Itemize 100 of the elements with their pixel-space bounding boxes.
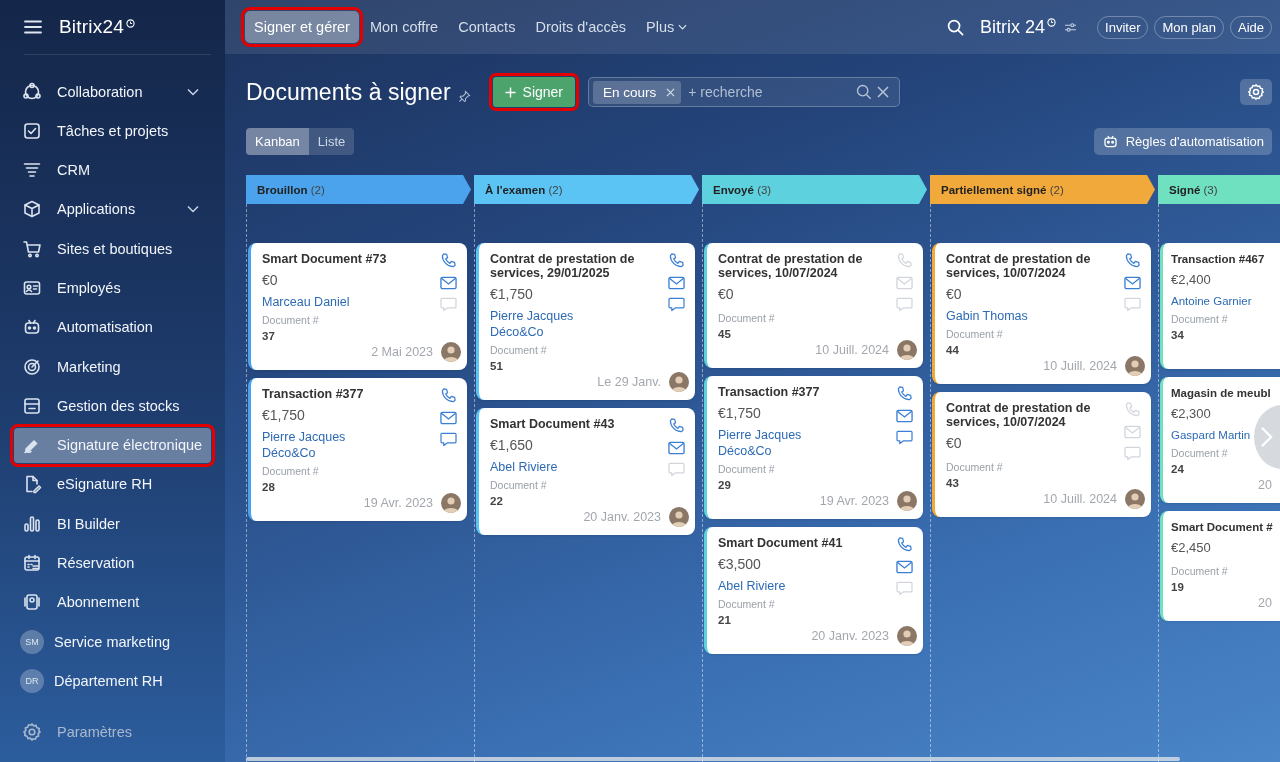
sidebar-item[interactable]: CRM [14,152,211,188]
mail-icon[interactable] [1123,276,1141,290]
document-card[interactable]: Transaction #377 €1,750 Pierre Jacques Déco&Co Document # 28 19 Avr. 2023 [248,378,467,521]
phone-icon[interactable] [895,385,913,402]
plus-icon [504,86,516,98]
search-icon[interactable] [856,84,872,100]
document-card[interactable]: Contrat de prestation de services, 10/07/2024 €0 Gabin Thomas Document # 44 10 Juill. 2024 [932,243,1151,384]
document-card[interactable]: Smart Document #73 €0 Marceau Daniel Document # 37 2 Mai 2023 [248,243,467,370]
phone-icon[interactable] [895,536,913,553]
column-header[interactable]: Partiellement signé (2) [930,175,1155,204]
sidebar-item[interactable]: Abonnement [14,584,211,620]
contact-link[interactable]: Gabin Thomas [946,308,1028,324]
mail-icon[interactable] [895,560,913,574]
contact-link[interactable]: Abel Riviere [718,578,786,594]
document-number: 43 [946,477,960,489]
contact-link[interactable]: Pierre Jacques [490,308,574,324]
sidebar-item[interactable]: Gestion des stocks [14,388,211,424]
mail-icon[interactable] [439,411,457,425]
document-card[interactable]: Smart Document # €2,450 Document # 19 20 [1160,511,1280,621]
sidebar-item[interactable]: Marketing [14,349,211,385]
nav-tab[interactable]: Droits d'accès [526,11,635,43]
document-card[interactable]: Contrat de prestation de services, 29/01/2025 €1,750 Pierre Jacques Déco&Co Document # 51 Le 29 Janv. [476,243,695,400]
automation-button[interactable]: Règles d'automatisation [1093,128,1272,155]
column-header[interactable]: À l'examen (2) [474,175,699,204]
sidebar-item[interactable]: eSignature RH [14,466,211,502]
document-number: 19 [1171,581,1185,593]
mail-icon[interactable] [439,276,457,290]
close-icon[interactable] [877,86,889,98]
sidebar-item[interactable]: BI Builder [14,506,211,542]
avatar [1125,356,1145,376]
contact-link[interactable]: Déco&Co [490,324,544,340]
settings-link[interactable]: Paramètres [22,722,211,742]
contact-link[interactable]: Déco&Co [718,443,772,459]
avatar [897,491,917,511]
document-card[interactable]: Transaction #467 €2,400 Antoine Garnier Document # 34 [1160,243,1280,369]
storage-icon [22,395,42,416]
document-number: 24 [1171,463,1185,475]
settings-button[interactable] [1240,79,1272,105]
contact-link[interactable]: Gaspard Martin [1171,427,1251,443]
chat-icon[interactable] [439,432,457,447]
chat-icon[interactable] [667,297,685,312]
card-date: 2 Mai 2023 [371,345,433,359]
contact-link[interactable]: Pierre Jacques [718,427,802,443]
column-header[interactable]: Brouillon (2) [246,175,471,204]
card-amount: €1,650 [490,437,534,453]
pin-icon[interactable] [457,89,471,103]
chat-icon[interactable] [895,430,913,445]
field-label: Document # [1171,313,1229,325]
sidebar-item[interactable]: Tâches et projets [14,113,211,149]
clock-icon [125,18,135,28]
card-date: 19 Avr. 2023 [819,494,889,508]
brand-logo[interactable]: Bitrix 24 [980,16,1046,38]
contact-link[interactable]: Marceau Daniel [262,294,350,310]
document-number: 29 [718,479,732,491]
column-header[interactable]: Envoyé (3) [702,175,927,204]
nav-tab[interactable]: Mon coffre [360,11,448,43]
phone-icon[interactable] [439,252,457,269]
card-amount: €2,300 [1171,406,1212,421]
nav-tab[interactable]: Plus [637,11,697,43]
avatar [1125,489,1145,509]
logo[interactable]: Bitrix24 [59,16,124,38]
mail-icon[interactable] [667,276,685,290]
contact-link[interactable]: Pierre Jacques [262,429,346,445]
card-title: Contrat de prestation de services, 10/07/2024 [718,252,864,280]
document-card[interactable]: Transaction #377 €1,750 Pierre Jacques Déco&Co Document # 29 19 Avr. 2023 [704,376,923,519]
sidebar-item[interactable]: Sites et boutiques [14,231,211,267]
sidebar-item[interactable]: Collaboration [14,74,211,109]
document-card[interactable]: Smart Document #41 €3,500 Abel Riviere Document # 21 20 Janv. 2023 [704,527,923,654]
sidebar-item[interactable]: DR Département RH [14,663,211,699]
sidebar-item[interactable]: Réservation [14,545,211,581]
sidebar-item[interactable]: SM Service marketing [14,624,211,660]
card-date: 20 [1258,596,1272,610]
menu-icon[interactable] [24,20,42,34]
sidebar-item[interactable]: Applications [14,191,211,227]
card-title: Smart Document # [1171,520,1274,534]
nav-tab[interactable]: Contacts [449,11,525,43]
view-tab[interactable]: Kanban [246,128,309,155]
phone-icon[interactable] [1123,252,1141,269]
view-tab[interactable]: Liste [308,128,355,155]
phone-icon[interactable] [439,387,457,404]
document-number: 44 [946,344,960,356]
document-card[interactable]: Magasin de meubl €2,300 Gaspard Martin Document # 24 20 [1160,377,1280,503]
contact-link[interactable]: Déco&Co [262,445,316,461]
phone-icon[interactable] [667,417,685,434]
mail-icon[interactable] [667,441,685,455]
phone-icon[interactable] [667,252,685,269]
scrollbar[interactable] [246,757,1180,761]
search-field[interactable]: En cours + recherche [588,77,900,107]
sidebar-item[interactable]: Employés [14,270,211,306]
close-icon[interactable] [666,87,676,97]
filter-chip[interactable]: En cours [593,80,682,104]
search-icon[interactable] [947,18,965,36]
sidebar-item[interactable]: Automatisation [14,309,211,345]
contact-link[interactable]: Abel Riviere [490,459,558,475]
sliders-icon[interactable] [1064,21,1078,33]
card-date: 10 Juill. 2024 [1043,492,1117,506]
mail-icon[interactable] [895,409,913,423]
document-card[interactable]: Smart Document #43 €1,650 Abel Riviere Document # 22 20 Janv. 2023 [476,408,695,535]
contact-link[interactable]: Antoine Garnier [1171,293,1252,309]
column-header[interactable]: Signé (3) [1158,175,1280,204]
